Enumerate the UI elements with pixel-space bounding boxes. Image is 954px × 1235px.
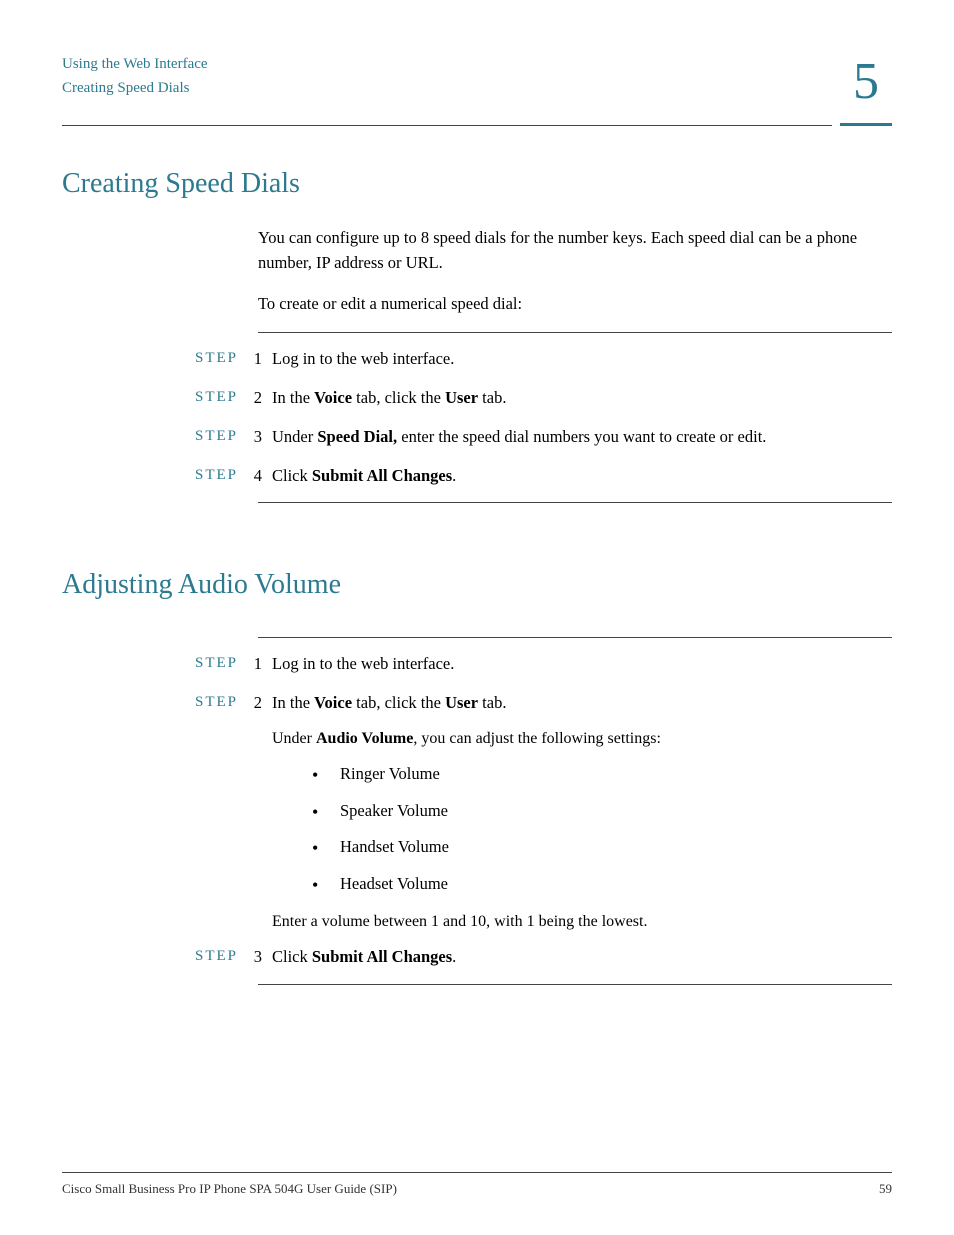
after-bullets-text: Enter a volume between 1 and 10, with 1 …	[272, 913, 892, 931]
step-text: Click Submit All Changes.	[272, 945, 892, 970]
step-text: In the Voice tab, click the User tab.	[272, 691, 892, 716]
step-label: STEP	[180, 464, 238, 487]
step-text: In the Voice tab, click the User tab.	[272, 386, 892, 411]
chapter-number: 5	[840, 52, 892, 117]
footer-divider	[62, 1172, 892, 1173]
step-text: Log in to the web interface.	[272, 347, 892, 372]
intro-paragraph-1: You can configure up to 8 speed dials fo…	[258, 226, 892, 276]
audio-volume-bullets: Ringer Volume Speaker Volume Handset Volum…	[312, 762, 892, 897]
section2-step-3: STEP3 Click Submit All Changes.	[62, 945, 892, 970]
bullet-item: Ringer Volume	[312, 762, 892, 787]
step-label: STEP	[180, 691, 238, 714]
step-label: STEP	[180, 386, 238, 409]
header-divider-left	[62, 125, 832, 126]
step-text: Click Submit All Changes.	[272, 464, 892, 489]
step-row: STEP1 Log in to the web interface.	[62, 652, 892, 677]
step-number: 2	[242, 691, 262, 716]
step-row: STEP3 Under Speed Dial, enter the speed d…	[62, 425, 892, 450]
bullet-item: Speaker Volume	[312, 799, 892, 824]
step-number: 3	[242, 425, 262, 450]
step-row: STEP4 Click Submit All Changes.	[62, 464, 892, 489]
step-label: STEP	[180, 425, 238, 448]
footer-page-number: 59	[879, 1181, 892, 1197]
bullet-item: Headset Volume	[312, 872, 892, 897]
section-title-audio-volume: Adjusting Audio Volume	[62, 569, 892, 601]
page-footer: Cisco Small Business Pro IP Phone SPA 50…	[62, 1172, 892, 1197]
breadcrumb-line-1: Using the Web Interface	[62, 52, 208, 76]
step-label: STEP	[180, 652, 238, 675]
page-header: Using the Web Interface Creating Speed D…	[62, 52, 892, 117]
step-label: STEP	[180, 945, 238, 968]
step-row: STEP1 Log in to the web interface.	[62, 347, 892, 372]
under-text: Under Audio Volume, you can adjust the f…	[272, 730, 661, 747]
breadcrumb: Using the Web Interface Creating Speed D…	[62, 52, 208, 100]
step-divider-top-1	[258, 332, 892, 333]
intro-paragraph-2: To create or edit a numerical speed dial…	[258, 292, 892, 317]
step-text: Under Speed Dial, enter the speed dial n…	[272, 425, 892, 450]
step-number: 1	[242, 652, 262, 677]
step-divider-bottom-2	[258, 984, 892, 985]
step-number: 4	[242, 464, 262, 489]
breadcrumb-line-2: Creating Speed Dials	[62, 76, 208, 100]
step-row: STEP2 In the Voice tab, click the User ta…	[62, 691, 892, 716]
header-divider-right	[840, 123, 892, 126]
step-number: 3	[242, 945, 262, 970]
step-divider-top-2	[258, 637, 892, 638]
header-rule	[62, 123, 892, 126]
section-title-speed-dials: Creating Speed Dials	[62, 168, 892, 200]
step-number: 2	[242, 386, 262, 411]
step-label: STEP	[180, 347, 238, 370]
step-divider-bottom-1	[258, 502, 892, 503]
section1-steps: STEP1Log in to the web interface.STEP2In…	[62, 347, 892, 488]
step-text: Log in to the web interface.	[272, 652, 892, 677]
bullet-item: Handset Volume	[312, 835, 892, 860]
under-audio-volume-text: Under Audio Volume, you can adjust the f…	[272, 730, 892, 748]
step-row: STEP2 In the Voice tab, click the User ta…	[62, 386, 892, 411]
section1-intro: You can configure up to 8 speed dials fo…	[258, 226, 892, 316]
footer-doc-title: Cisco Small Business Pro IP Phone SPA 50…	[62, 1181, 397, 1197]
step-row: STEP3 Click Submit All Changes.	[62, 945, 892, 970]
volume-range-note: Enter a volume between 1 and 10, with 1 …	[272, 913, 647, 930]
section2-steps-first: STEP1 Log in to the web interface. STEP2 In…	[62, 652, 892, 716]
step-number: 1	[242, 347, 262, 372]
